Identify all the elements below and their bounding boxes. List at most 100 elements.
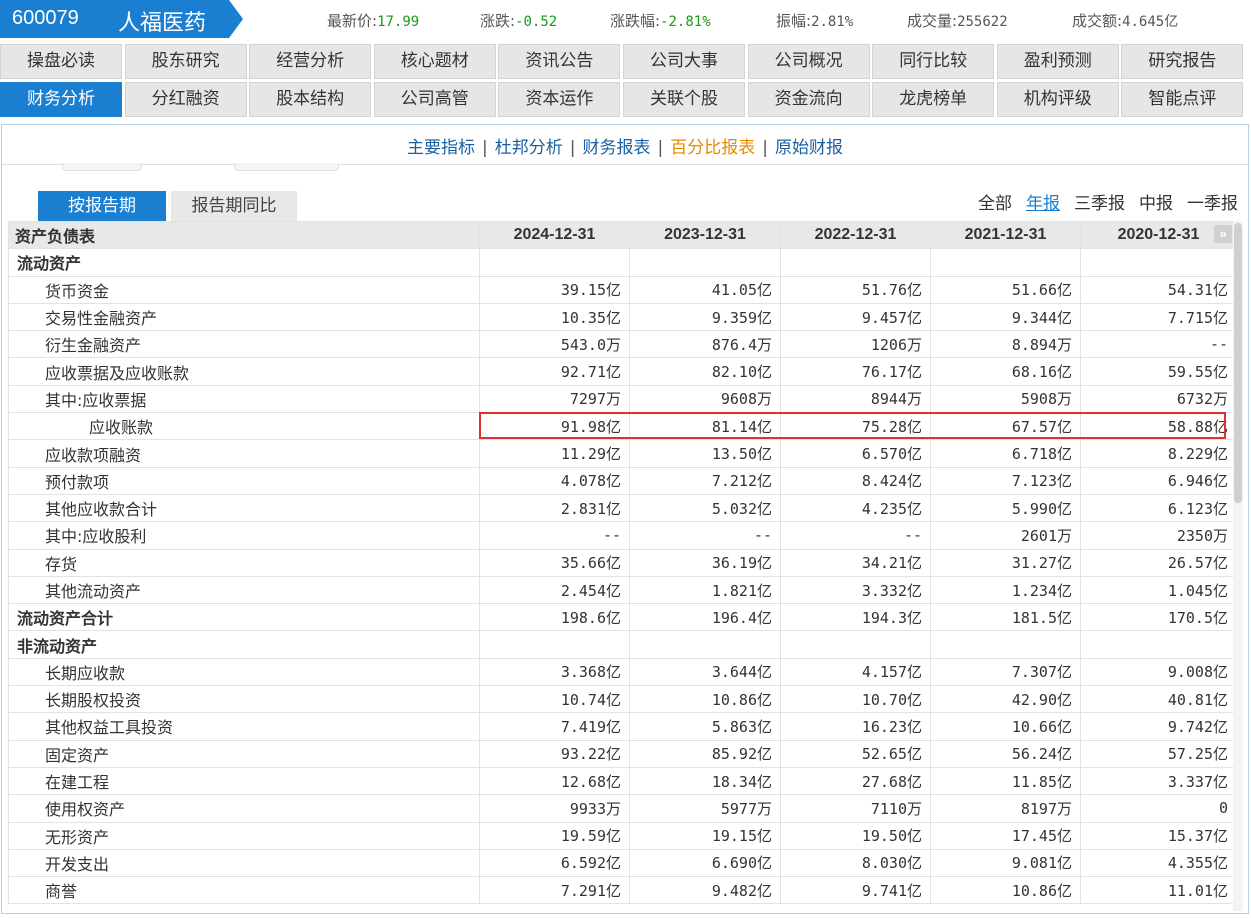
cell-value bbox=[479, 630, 630, 659]
cell-value: -- bbox=[1080, 330, 1237, 359]
quote-value: -0.52 bbox=[515, 14, 558, 30]
cell-value: 36.19亿 bbox=[629, 548, 781, 577]
nav-item[interactable]: 研究报告 bbox=[1121, 44, 1244, 79]
cell-value: 9.741亿 bbox=[780, 876, 931, 905]
stock-badge: 600079 人福医药 bbox=[0, 0, 243, 38]
cell-value: 2.831亿 bbox=[479, 493, 630, 523]
nav-item[interactable]: 公司概况 bbox=[747, 44, 870, 79]
cell-value: 59.55亿 bbox=[1080, 357, 1237, 386]
cell-value: 8.424亿 bbox=[780, 466, 931, 495]
cell-value: 82.10亿 bbox=[629, 357, 781, 386]
cell-value: 81.14亿 bbox=[629, 412, 781, 441]
period-link[interactable]: 年报 bbox=[1026, 194, 1060, 214]
cell-value: 8944万 bbox=[780, 384, 931, 414]
table-row: 长期股权投资 10.74亿 10.86亿 10.70亿 42.90亿 40.81亿 bbox=[8, 685, 1237, 714]
quote-item: 涨跌:-0.52 bbox=[480, 10, 557, 31]
cell-value: 51.66亿 bbox=[930, 275, 1081, 304]
tab-period-yoy[interactable]: 报告期同比 bbox=[171, 191, 297, 222]
subnav-link[interactable]: 财务报表 bbox=[583, 138, 651, 158]
nav-item[interactable]: 盈利预测 bbox=[996, 44, 1119, 79]
row-label: 应收款项融资 bbox=[8, 439, 480, 468]
cell-value: 10.74亿 bbox=[479, 685, 630, 714]
cell-value: 40.81亿 bbox=[1080, 685, 1237, 714]
table-row: 无形资产 19.59亿 19.15亿 19.50亿 17.45亿 15.37亿 bbox=[8, 821, 1237, 850]
table-header-row: 资产负债表 2024-12-31 2023-12-31 2022-12-31 2021-… bbox=[8, 220, 1237, 250]
more-columns-icon[interactable]: » bbox=[1214, 225, 1232, 243]
subnav-link[interactable]: 百分比报表 bbox=[670, 138, 755, 158]
subnav-link[interactable]: 原始财报 bbox=[775, 138, 843, 158]
cell-value: 51.76亿 bbox=[780, 275, 931, 304]
row-label: 应收票据及应收账款 bbox=[8, 357, 480, 386]
nav-item[interactable]: 财务分析 bbox=[0, 82, 122, 117]
cell-value: 543.0万 bbox=[479, 330, 630, 359]
quote-value: 255622 bbox=[957, 14, 1008, 30]
subnav-separator: | bbox=[482, 138, 488, 158]
finance-subnav: 主要指标 | 杜邦分析 | 财务报表 | 百分比报表 | 原始财报 bbox=[2, 133, 1248, 158]
cell-value: 7.307亿 bbox=[930, 657, 1081, 687]
subnav-link[interactable]: 杜邦分析 bbox=[495, 138, 563, 158]
table-row: 开发支出 6.592亿 6.690亿 8.030亿 9.081亿 4.355亿 bbox=[8, 848, 1237, 878]
table-row: 其他流动资产 2.454亿 1.821亿 3.332亿 1.234亿 1.045亿 bbox=[8, 575, 1237, 605]
cell-value: 9.008亿 bbox=[1080, 657, 1237, 687]
cell-value: 3.644亿 bbox=[629, 657, 781, 687]
cell-value: 7.123亿 bbox=[930, 466, 1081, 495]
nav-item[interactable]: 资讯公告 bbox=[498, 44, 621, 79]
table-row: 在建工程 12.68亿 18.34亿 27.68亿 11.85亿 3.337亿 bbox=[8, 766, 1237, 796]
cell-value: 1.045亿 bbox=[1080, 575, 1237, 605]
subnav-separator: | bbox=[569, 138, 576, 158]
row-label: 其中:应收股利 bbox=[8, 521, 480, 550]
row-label: 长期应收款 bbox=[8, 657, 480, 687]
nav-item[interactable]: 龙虎榜单 bbox=[872, 82, 995, 117]
cell-value bbox=[780, 248, 931, 277]
nav-item[interactable]: 公司大事 bbox=[623, 44, 745, 79]
nav-item[interactable]: 关联个股 bbox=[623, 82, 745, 117]
nav-item[interactable]: 资金流向 bbox=[747, 82, 870, 117]
nav-item[interactable]: 分红融资 bbox=[124, 82, 247, 117]
scroll-thumb[interactable] bbox=[1234, 223, 1242, 503]
quote-value: 2.81% bbox=[811, 14, 854, 30]
cell-value bbox=[930, 630, 1081, 659]
nav-item[interactable]: 核心题材 bbox=[373, 44, 496, 79]
nav-item[interactable]: 资本运作 bbox=[498, 82, 621, 117]
nav-item[interactable]: 公司高管 bbox=[373, 82, 496, 117]
period-link[interactable]: 一季报 bbox=[1187, 194, 1238, 214]
table-row: 预付款项 4.078亿 7.212亿 8.424亿 7.123亿 6.946亿 bbox=[8, 466, 1237, 495]
vertical-scrollbar[interactable] bbox=[1233, 221, 1243, 911]
nav-item[interactable]: 智能点评 bbox=[1121, 82, 1244, 117]
nav-item[interactable]: 操盘必读 bbox=[0, 44, 122, 79]
cell-value: 2350万 bbox=[1080, 521, 1237, 550]
cell-value: 5.032亿 bbox=[629, 493, 781, 523]
nav-row-2: 财务分析 分红融资 股本结构 公司高管 资本运作 关联个股 资金流向 龙虎榜单 机构评级 智能点评 bbox=[0, 82, 1251, 118]
cell-value: 8.030亿 bbox=[780, 848, 931, 878]
cell-value: 8.894万 bbox=[930, 330, 1081, 359]
ghost-tab bbox=[234, 163, 339, 171]
nav-item[interactable]: 经营分析 bbox=[249, 44, 372, 79]
period-link[interactable]: 三季报 bbox=[1074, 194, 1125, 214]
column-header: 2020-12-31 » bbox=[1080, 220, 1237, 250]
cell-value: 9608万 bbox=[629, 384, 781, 414]
nav-item[interactable]: 机构评级 bbox=[996, 82, 1119, 117]
cell-value: 5.863亿 bbox=[629, 712, 781, 741]
nav-item[interactable]: 股本结构 bbox=[249, 82, 372, 117]
cell-value: 2601万 bbox=[930, 521, 1081, 550]
period-link[interactable]: 全部 bbox=[978, 194, 1012, 214]
cell-value: 11.29亿 bbox=[479, 439, 630, 468]
quote-item: 成交额:4.645亿 bbox=[1072, 10, 1178, 31]
cell-value: 9.081亿 bbox=[930, 848, 1081, 878]
cell-value: 10.35亿 bbox=[479, 302, 630, 332]
nav-item[interactable]: 股东研究 bbox=[124, 44, 247, 79]
row-label: 衍生金融资产 bbox=[8, 330, 480, 359]
subnav-link[interactable]: 主要指标 bbox=[407, 138, 475, 158]
cell-value: 41.05亿 bbox=[629, 275, 781, 304]
tab-by-period[interactable]: 按报告期 bbox=[38, 191, 166, 222]
subnav-separator: | bbox=[762, 138, 768, 158]
cell-value: 194.3亿 bbox=[780, 603, 931, 632]
row-label: 其他流动资产 bbox=[8, 575, 480, 605]
row-label: 长期股权投资 bbox=[8, 685, 480, 714]
cell-value: 3.332亿 bbox=[780, 575, 931, 605]
cell-value: 6.123亿 bbox=[1080, 493, 1237, 523]
nav-item[interactable]: 同行比较 bbox=[872, 44, 995, 79]
period-link[interactable]: 中报 bbox=[1139, 194, 1173, 214]
row-label: 非流动资产 bbox=[8, 630, 480, 659]
cell-value: 4.157亿 bbox=[780, 657, 931, 687]
